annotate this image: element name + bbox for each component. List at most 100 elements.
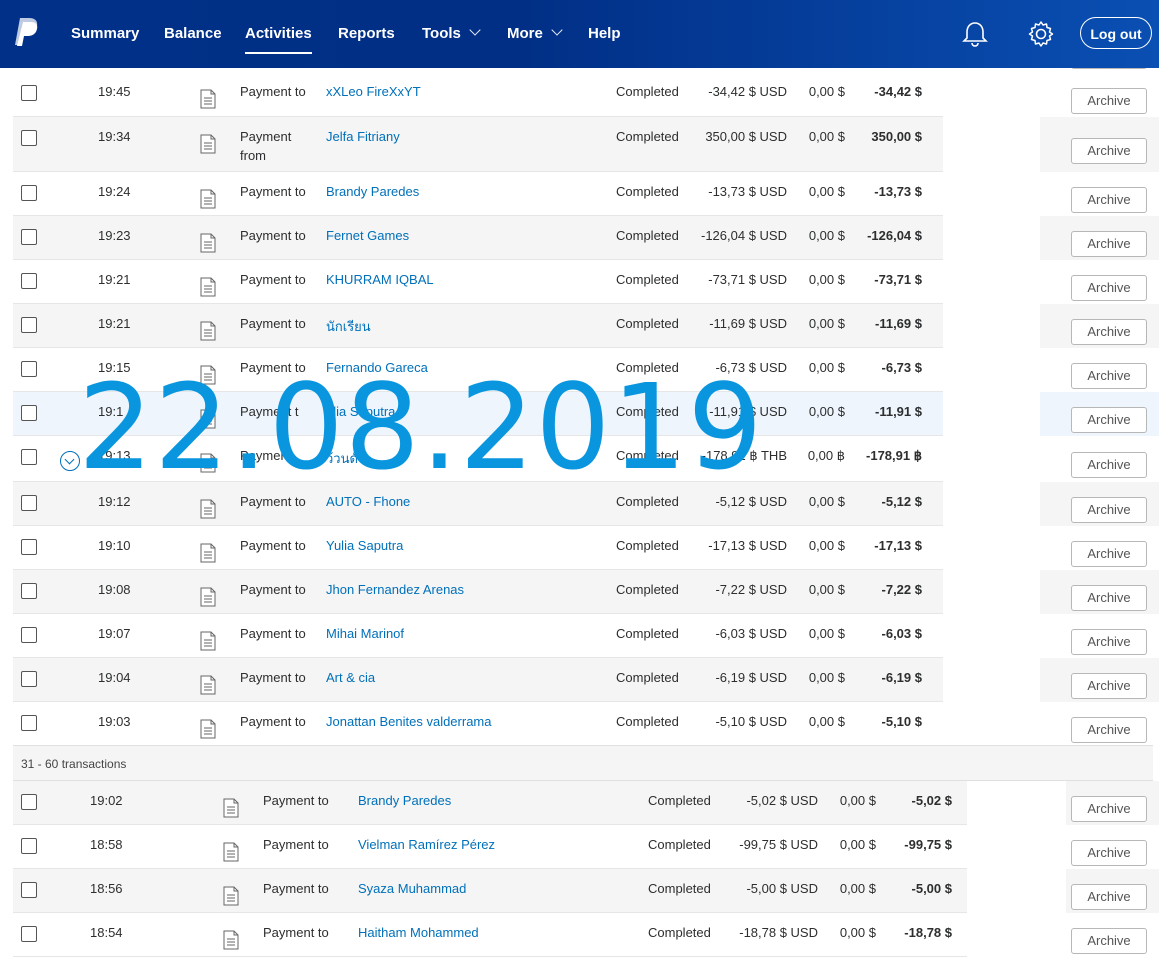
counterparty-name-link[interactable]: Jelfa Fitriany <box>326 129 400 144</box>
transaction-row[interactable]: 19:45 Payment to xXLeo FireXxYT Completed -3… <box>0 72 1159 117</box>
transaction-time: 19:13 <box>98 448 131 463</box>
gear-icon[interactable] <box>1027 20 1055 48</box>
transaction-row[interactable]: 19:23 Payment to Fernet Games Completed -126… <box>0 216 1159 260</box>
row-checkbox[interactable] <box>21 838 37 854</box>
row-checkbox[interactable] <box>21 317 37 333</box>
row-checkbox[interactable] <box>21 185 37 201</box>
archive-button[interactable]: Archive <box>1071 673 1147 699</box>
archive-button[interactable]: Archive <box>1071 363 1147 389</box>
transaction-row[interactable]: 18:56 Payment to Syaza Muhammad Completed -5… <box>0 869 1159 913</box>
counterparty-name-link[interactable]: Fernando Gareca <box>326 360 428 375</box>
counterparty-name-link[interactable]: Yulia Saputra <box>326 538 403 553</box>
document-icon <box>200 543 216 563</box>
transaction-row[interactable]: 19:21 Payment to KHURRAM IQBAL Completed -73… <box>0 260 1159 304</box>
transaction-row[interactable]: 19:03 Payment to Jonattan Benites valderra… <box>0 702 1159 746</box>
archive-button[interactable]: Archive <box>1071 629 1147 655</box>
transaction-row[interactable]: 19:24 Payment to Brandy Paredes Completed -1… <box>0 172 1159 216</box>
transaction-row[interactable]: 19:21 Payment to นักเรียน Completed -11,69 $… <box>0 304 1159 348</box>
archive-button[interactable]: Archive <box>1071 231 1147 257</box>
archive-button[interactable]: Archive <box>1071 187 1147 213</box>
nav-activities[interactable]: Activities <box>245 0 312 68</box>
nav-summary[interactable]: Summary <box>71 0 139 68</box>
row-checkbox[interactable] <box>21 539 37 555</box>
net-amount: -6,19 $ <box>881 670 922 685</box>
archive-button[interactable]: Archive <box>1071 541 1147 567</box>
archive-button[interactable]: Archive <box>1071 840 1147 866</box>
row-checkbox[interactable] <box>21 794 37 810</box>
row-checkbox[interactable] <box>21 882 37 898</box>
transaction-row[interactable]: 19:34 Payment from Jelfa Fitriany Completed… <box>0 117 1159 172</box>
row-checkbox[interactable] <box>21 273 37 289</box>
fee-amount: 0,00 $ <box>808 404 845 419</box>
transaction-status: Completed <box>616 184 679 199</box>
transaction-row[interactable]: 19:15 Payment to Fernando Gareca Completed -… <box>0 348 1159 392</box>
archive-button[interactable]: Archive <box>1071 585 1147 611</box>
logout-button[interactable]: Log out <box>1080 17 1152 49</box>
transaction-row[interactable]: 19:04 Payment to Art & cia Completed -6,19 $… <box>0 658 1159 702</box>
transaction-row[interactable]: 19:12 Payment to AUTO - Fhone Completed -5,1… <box>0 482 1159 526</box>
archive-button[interactable]: Archive <box>1071 928 1147 954</box>
archive-button[interactable]: Archive <box>1071 497 1147 523</box>
row-checkbox[interactable] <box>21 583 37 599</box>
archive-button[interactable]: Archive <box>1071 319 1147 345</box>
counterparty-name-link[interactable]: Jhon Fernandez Arenas <box>326 582 464 597</box>
transaction-row[interactable]: 18:54 Payment to Haitham Mohammed Completed… <box>0 913 1159 957</box>
counterparty-name-link[interactable]: นักเรียน <box>326 316 371 337</box>
row-checkbox[interactable] <box>21 449 37 465</box>
counterparty-name-link[interactable]: AUTO - Fhone <box>326 494 410 509</box>
counterparty-name-link[interactable]: KHURRAM IQBAL <box>326 272 434 287</box>
row-checkbox[interactable] <box>21 495 37 511</box>
nav-balance[interactable]: Balance <box>164 0 222 68</box>
counterparty-name-link[interactable]: ว้วนดัว <box>326 448 365 469</box>
archive-button[interactable]: Archive <box>1071 137 1147 164</box>
row-background <box>13 526 943 570</box>
counterparty-name-link[interactable]: Vielman Ramírez Pérez <box>358 837 495 852</box>
row-checkbox[interactable] <box>21 229 37 245</box>
counterparty-name-link[interactable]: Mihai Marinof <box>326 626 404 641</box>
transaction-type: Payment to <box>263 925 329 940</box>
archive-button[interactable]: Archive <box>1071 275 1147 301</box>
transaction-row[interactable]: 18:58 Payment to Vielman Ramírez Pérez Comp… <box>0 825 1159 869</box>
row-checkbox[interactable] <box>21 405 37 421</box>
paypal-logo[interactable] <box>14 16 40 48</box>
archive-button[interactable]: Archive <box>1071 884 1147 910</box>
nav-reports[interactable]: Reports <box>338 0 395 68</box>
row-background <box>13 392 943 436</box>
archive-button[interactable]: Archive <box>1071 452 1147 478</box>
net-amount: -13,73 $ <box>874 184 922 199</box>
archive-button[interactable]: Archive <box>1071 87 1147 114</box>
archive-button[interactable]: Archive <box>1071 717 1147 743</box>
row-checkbox[interactable] <box>21 926 37 942</box>
counterparty-name-link[interactable]: Brandy Paredes <box>326 184 419 199</box>
row-checkbox[interactable] <box>21 627 37 643</box>
nav-help[interactable]: Help <box>588 0 621 68</box>
counterparty-name-link[interactable]: Haitham Mohammed <box>358 925 479 940</box>
transaction-row[interactable]: 19:08 Payment to Jhon Fernandez Arenas Comp… <box>0 570 1159 614</box>
row-checkbox[interactable] <box>21 85 37 101</box>
nav-tools[interactable]: Tools <box>422 0 481 68</box>
counterparty-name-link[interactable]: Art & cia <box>326 670 375 685</box>
row-checkbox[interactable] <box>21 715 37 731</box>
transaction-row[interactable]: 19:13 Payment ว้วนดัว Completed -178,91 ฿ TH… <box>0 436 1159 482</box>
nav-more[interactable]: More <box>507 0 563 68</box>
archive-button[interactable]: Archive <box>1071 407 1147 433</box>
counterparty-name-link[interactable]: Syaza Muhammad <box>358 881 466 896</box>
row-checkbox[interactable] <box>21 671 37 687</box>
row-checkbox[interactable] <box>21 361 37 377</box>
counterparty-name-link[interactable]: Brandy Paredes <box>358 793 451 808</box>
counterparty-name-link[interactable]: Fernet Games <box>326 228 409 243</box>
transaction-status: Completed <box>616 670 679 685</box>
transaction-row[interactable]: 19:07 Payment to Mihai Marinof Completed -6,… <box>0 614 1159 658</box>
transaction-status: Completed <box>616 448 679 463</box>
transaction-row[interactable]: 19:10 Payment to Yulia Saputra Completed -17… <box>0 526 1159 570</box>
expand-row-icon[interactable] <box>60 451 80 471</box>
transaction-time: 19:24 <box>98 184 131 199</box>
counterparty-name-link[interactable]: Jonattan Benites valderrama <box>326 714 491 729</box>
transaction-row[interactable]: 19:1 Payment t ulia Saputra Completed -11,91… <box>0 392 1159 436</box>
counterparty-name-link[interactable]: ulia Saputra <box>326 404 395 419</box>
row-checkbox[interactable] <box>21 130 37 146</box>
transaction-row[interactable]: 19:02 Payment to Brandy Paredes Completed -5… <box>0 781 1159 825</box>
counterparty-name-link[interactable]: xXLeo FireXxYT <box>326 84 421 99</box>
archive-button[interactable]: Archive <box>1071 796 1147 822</box>
bell-icon[interactable] <box>961 20 989 48</box>
